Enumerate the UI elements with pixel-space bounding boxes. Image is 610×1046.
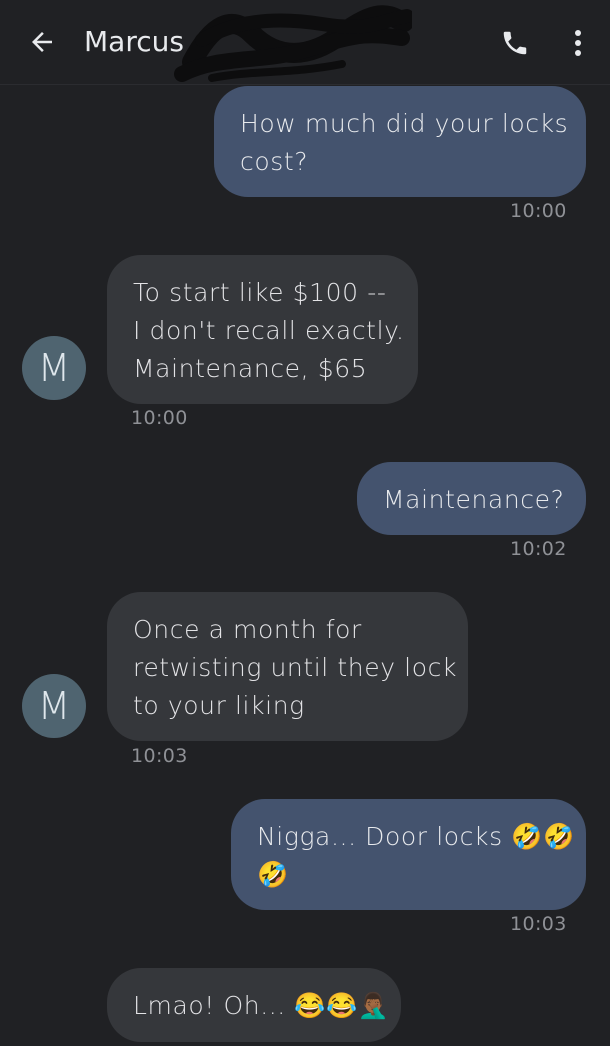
arrow-back-icon	[32, 32, 52, 52]
more-options-button[interactable]	[560, 22, 596, 64]
phone-icon	[503, 31, 527, 55]
message-timestamp: 10:03	[131, 745, 188, 767]
message-text-line: 🤣	[257, 860, 289, 889]
message-text-line: Maintenance, $65	[133, 354, 368, 383]
incoming-message-bubble[interactable]: To start like $100 -- I don't recall exa…	[107, 255, 418, 404]
message-text-line: Lmao! Oh... 😂😂🤦🏾‍♂️	[133, 991, 390, 1020]
message-text-line: Once a month for	[133, 615, 362, 644]
outgoing-message-bubble[interactable]: Nigga... Door locks 🤣🤣 🤣	[231, 799, 586, 910]
message-text-line: How much did your locks	[240, 109, 569, 138]
avatar-letter: M	[37, 346, 71, 390]
contact-name[interactable]: Marcus	[84, 24, 184, 60]
outgoing-message-bubble[interactable]: Maintenance?	[357, 462, 586, 535]
message-text-line: retwisting until they lock	[133, 653, 458, 682]
avatar-letter: M	[37, 684, 71, 728]
contact-avatar[interactable]: M	[22, 674, 86, 738]
message-text-line: To start like $100 --	[133, 278, 387, 307]
more-vert-icon	[575, 30, 581, 56]
incoming-message-bubble[interactable]: Lmao! Oh... 😂😂🤦🏾‍♂️	[107, 968, 401, 1042]
redaction-scribble	[174, 5, 412, 82]
app-bar: Marcus	[0, 0, 610, 85]
message-timestamp: 10:02	[510, 538, 567, 560]
incoming-message-bubble[interactable]: Once a month for retwisting until they l…	[107, 592, 468, 741]
message-text-line: cost?	[240, 147, 309, 176]
message-timestamp: 10:00	[510, 200, 567, 222]
call-button[interactable]	[494, 22, 536, 64]
back-button[interactable]	[22, 22, 62, 62]
contact-avatar[interactable]: M	[22, 336, 86, 400]
message-text-line: Maintenance?	[383, 485, 565, 514]
message-text-line: to your liking	[133, 691, 305, 720]
message-text-line: I don't recall exactly.	[133, 316, 405, 345]
message-text-line: Nigga... Door locks 🤣🤣	[257, 822, 575, 851]
message-timestamp: 10:00	[131, 407, 188, 429]
message-timestamp: 10:03	[510, 913, 567, 935]
outgoing-message-bubble[interactable]: How much did your locks cost?	[214, 86, 586, 197]
